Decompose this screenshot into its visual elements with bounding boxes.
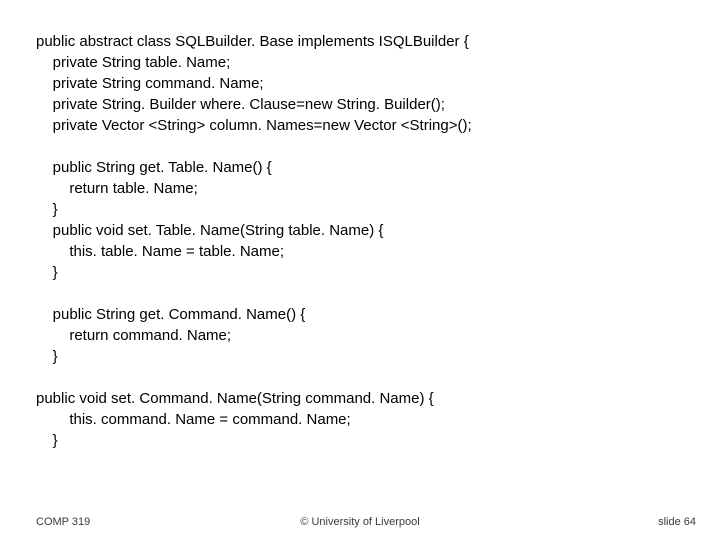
- code-block: public abstract class SQLBuilder. Base i…: [36, 10, 700, 451]
- code-line: }: [36, 348, 58, 365]
- code-line: return command. Name;: [36, 327, 231, 344]
- footer-slide-number: slide 64: [658, 516, 696, 528]
- code-line: private String table. Name;: [36, 54, 230, 71]
- code-line: public String get. Command. Name() {: [36, 306, 305, 323]
- code-line: return table. Name;: [36, 180, 198, 197]
- code-line: public String get. Table. Name() {: [36, 159, 272, 176]
- slide: public abstract class SQLBuilder. Base i…: [0, 0, 720, 540]
- code-line: this. command. Name = command. Name;: [36, 411, 351, 428]
- footer-copyright: © University of Liverpool: [0, 516, 720, 528]
- code-line: private String command. Name;: [36, 75, 264, 92]
- code-line: public abstract class SQLBuilder. Base i…: [36, 33, 469, 50]
- code-line: }: [36, 264, 58, 281]
- code-line: public void set. Table. Name(String tabl…: [36, 222, 383, 239]
- code-line: }: [36, 201, 58, 218]
- code-line: public void set. Command. Name(String co…: [36, 390, 434, 407]
- code-line: private String. Builder where. Clause=ne…: [36, 96, 445, 113]
- code-line: }: [36, 432, 58, 449]
- code-line: this. table. Name = table. Name;: [36, 243, 284, 260]
- footer: COMP 319 © University of Liverpool slide…: [0, 510, 720, 528]
- code-line: private Vector <String> column. Names=ne…: [36, 117, 472, 134]
